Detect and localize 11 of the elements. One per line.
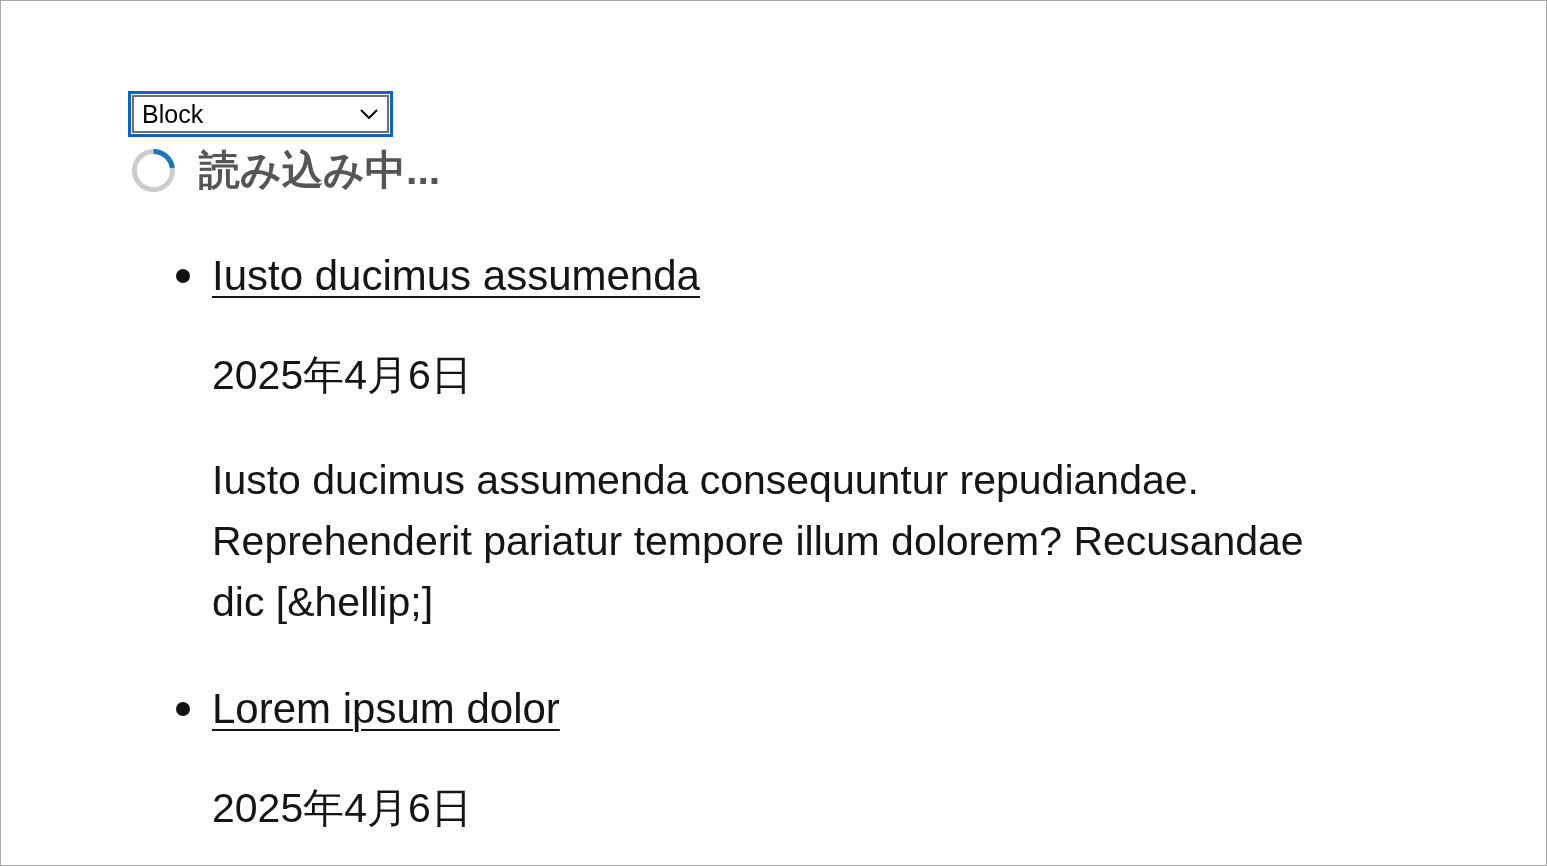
post-excerpt: Iusto ducimus assumenda consequuntur repudiandae. Reprehenderit pariatur tempore illum dolorem? Recusandae dic [&hellip;] — [212, 456, 1305, 627]
bullet-icon — [176, 701, 190, 716]
chevron-down-icon — [360, 109, 378, 119]
dropdown[interactable]: Block — [128, 91, 393, 137]
loading-label: 読み込み中... — [199, 145, 441, 195]
bullet-icon — [176, 268, 190, 283]
post-title-link[interactable]: Iusto ducimus assumenda — [212, 245, 700, 306]
spinner-icon — [131, 147, 176, 193]
post-date: 2025年4月6日 — [212, 351, 472, 400]
post-title-link[interactable]: Lorem ipsum dolor — [212, 678, 560, 739]
post-date: 2025年4月6日 — [212, 784, 472, 833]
